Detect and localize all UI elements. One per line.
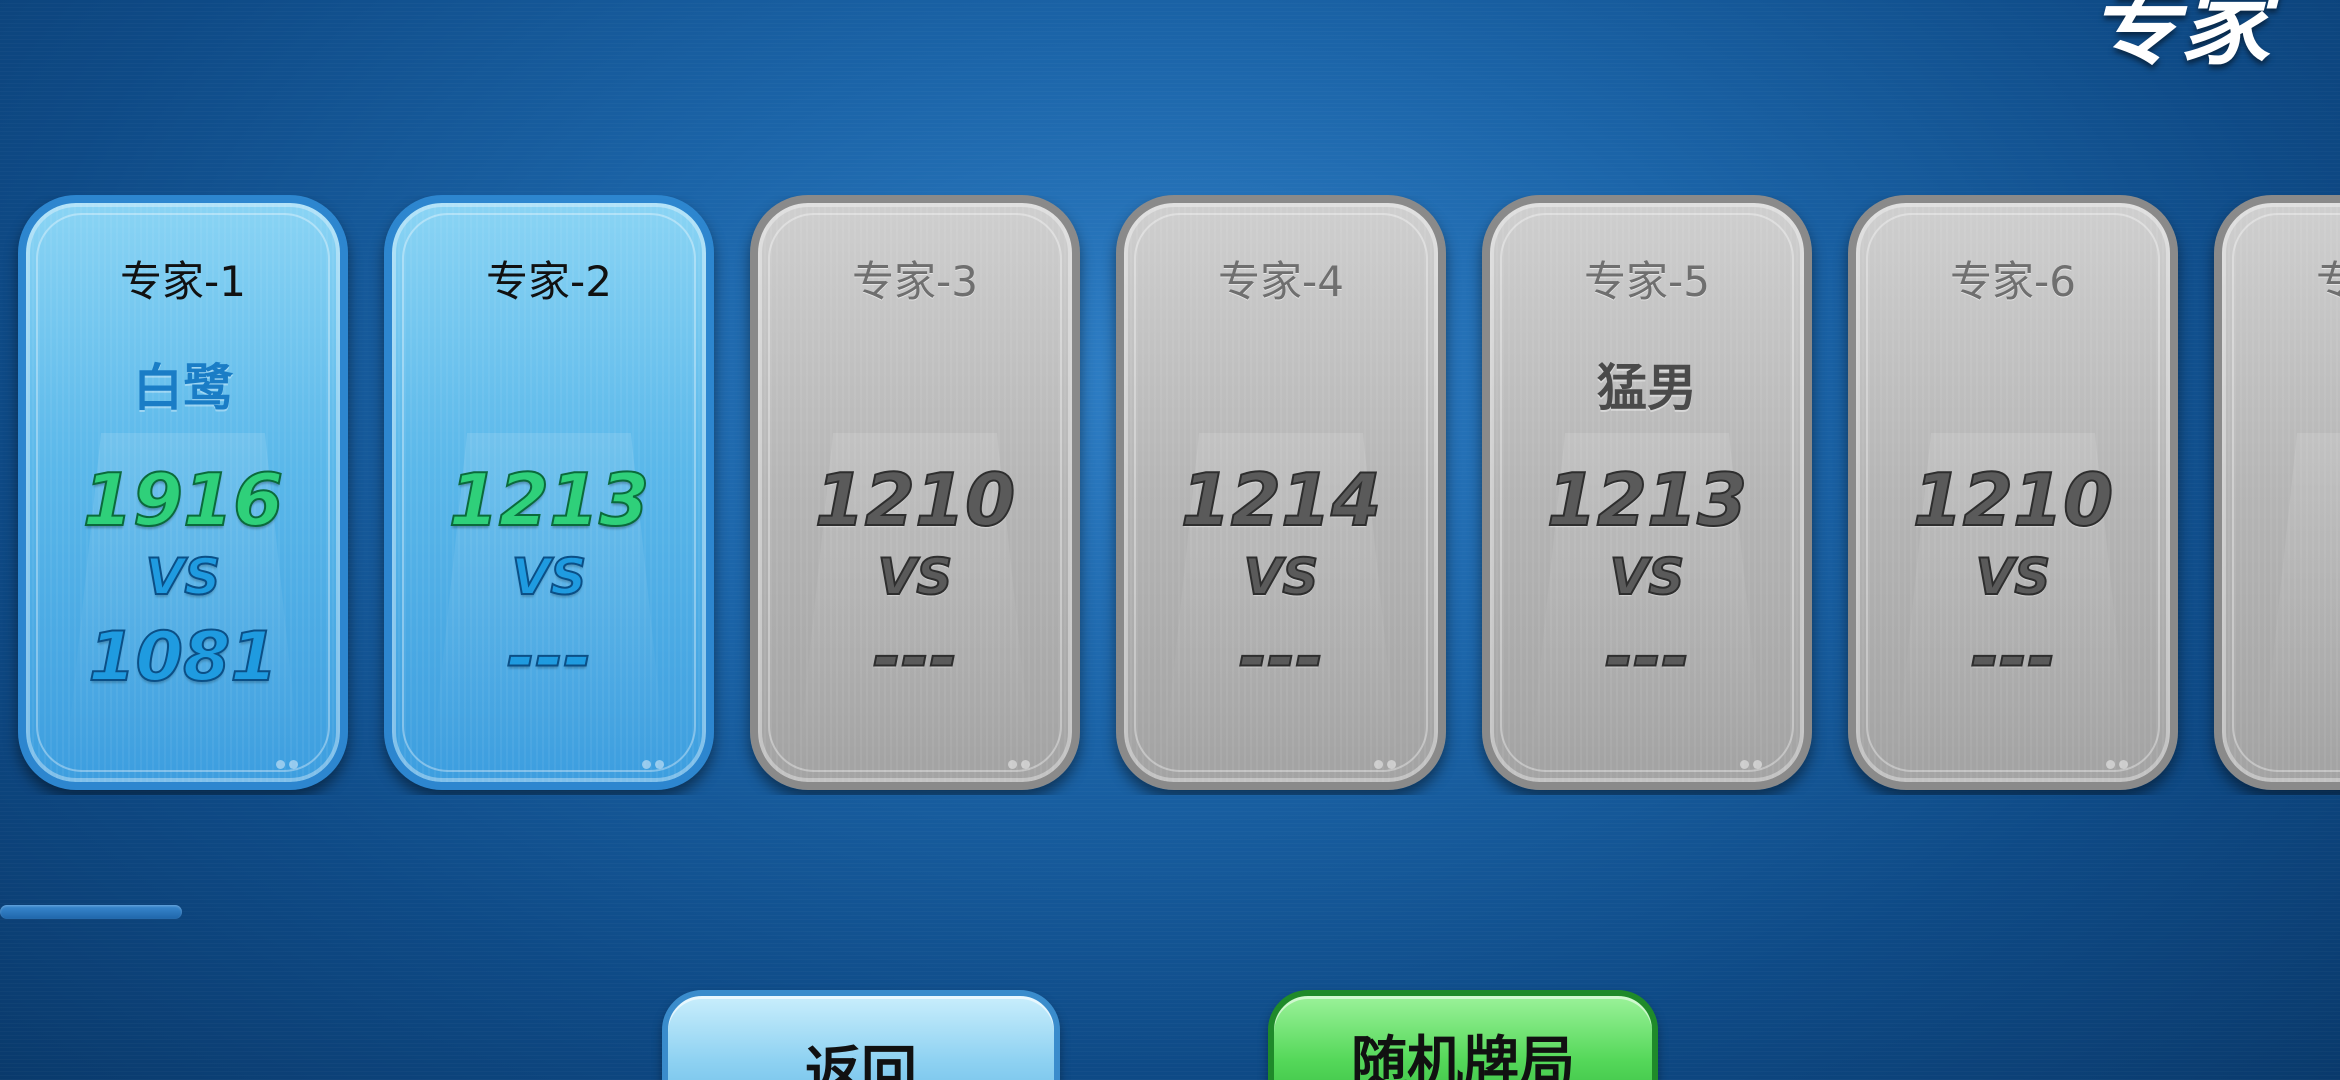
card-vs: VS xyxy=(511,547,588,607)
card-score-bottom: --- xyxy=(506,617,593,698)
expert-card-row[interactable]: 专家-1 白鹭 1916 VS 1081 专家-2 1213 VS --- 专家… xyxy=(0,195,2340,795)
corner-title: 专家 xyxy=(2090,0,2270,78)
card-vs: VS xyxy=(145,547,222,607)
expert-card-2[interactable]: 专家-2 1213 VS --- xyxy=(384,195,714,790)
expert-card-3[interactable]: 专家-3 1210 VS --- xyxy=(750,195,1080,790)
card-dots-icon xyxy=(272,754,302,769)
card-dots-icon xyxy=(638,754,668,769)
card-label: 专家-5 xyxy=(1584,257,1710,306)
card-score-top: 1916 xyxy=(82,457,284,543)
card-player-name: 白鹭 xyxy=(133,359,233,417)
card-score-top: 1210 xyxy=(814,457,1016,543)
horizontal-scrollbar[interactable] xyxy=(0,905,182,919)
card-score-top: 1213 xyxy=(448,457,650,543)
card-player-name xyxy=(2222,348,2340,408)
card-label: 专家-7 xyxy=(2222,248,2340,309)
card-vs: VS xyxy=(1609,547,1686,607)
card-score-bottom: --- xyxy=(1238,617,1325,698)
card-label: 专家-1 xyxy=(120,257,246,306)
card-score-bottom: --- xyxy=(1970,617,2057,698)
card-player-name xyxy=(392,348,706,408)
card-score-top: 1 xyxy=(2222,458,2340,542)
card-dots-icon xyxy=(1736,754,1766,769)
card-score-bottom: --- xyxy=(1604,617,1691,698)
back-button[interactable]: 返回 xyxy=(662,990,1060,1080)
card-player-name xyxy=(1124,348,1438,408)
card-label: 专家-3 xyxy=(852,257,978,306)
card-label: 专家-6 xyxy=(1950,257,2076,306)
expert-card-7[interactable]: 专家-7 1 xyxy=(2214,195,2340,790)
card-score-bottom: --- xyxy=(872,617,959,698)
card-dots-icon xyxy=(1370,754,1400,769)
expert-card-1[interactable]: 专家-1 白鹭 1916 VS 1081 xyxy=(18,195,348,790)
card-label: 专家-2 xyxy=(486,257,612,306)
card-score-top: 1210 xyxy=(1912,457,2114,543)
card-label: 专家-4 xyxy=(1218,257,1344,306)
expert-card-5[interactable]: 专家-5 猛男 1213 VS --- xyxy=(1482,195,1812,790)
card-dots-icon xyxy=(2102,754,2132,769)
card-player-name xyxy=(758,348,1072,408)
expert-card-6[interactable]: 专家-6 1210 VS --- xyxy=(1848,195,2178,790)
game-screen: 专家 专家-1 白鹭 1916 VS 1081 专家-2 1213 VS ---… xyxy=(0,0,2340,1080)
expert-card-4[interactable]: 专家-4 1214 VS --- xyxy=(1116,195,1446,790)
card-player-name xyxy=(1856,348,2170,408)
card-vs: VS xyxy=(877,547,954,607)
card-vs: VS xyxy=(1975,547,2052,607)
card-score-top: 1213 xyxy=(1546,457,1748,543)
card-dots-icon xyxy=(1004,754,1034,769)
card-vs: VS xyxy=(1243,547,1320,607)
card-score-top: 1214 xyxy=(1180,457,1382,543)
random-game-button[interactable]: 随机牌局 xyxy=(1268,990,1658,1080)
card-score-bottom: 1081 xyxy=(87,617,278,698)
card-player-name: 猛男 xyxy=(1597,359,1697,417)
